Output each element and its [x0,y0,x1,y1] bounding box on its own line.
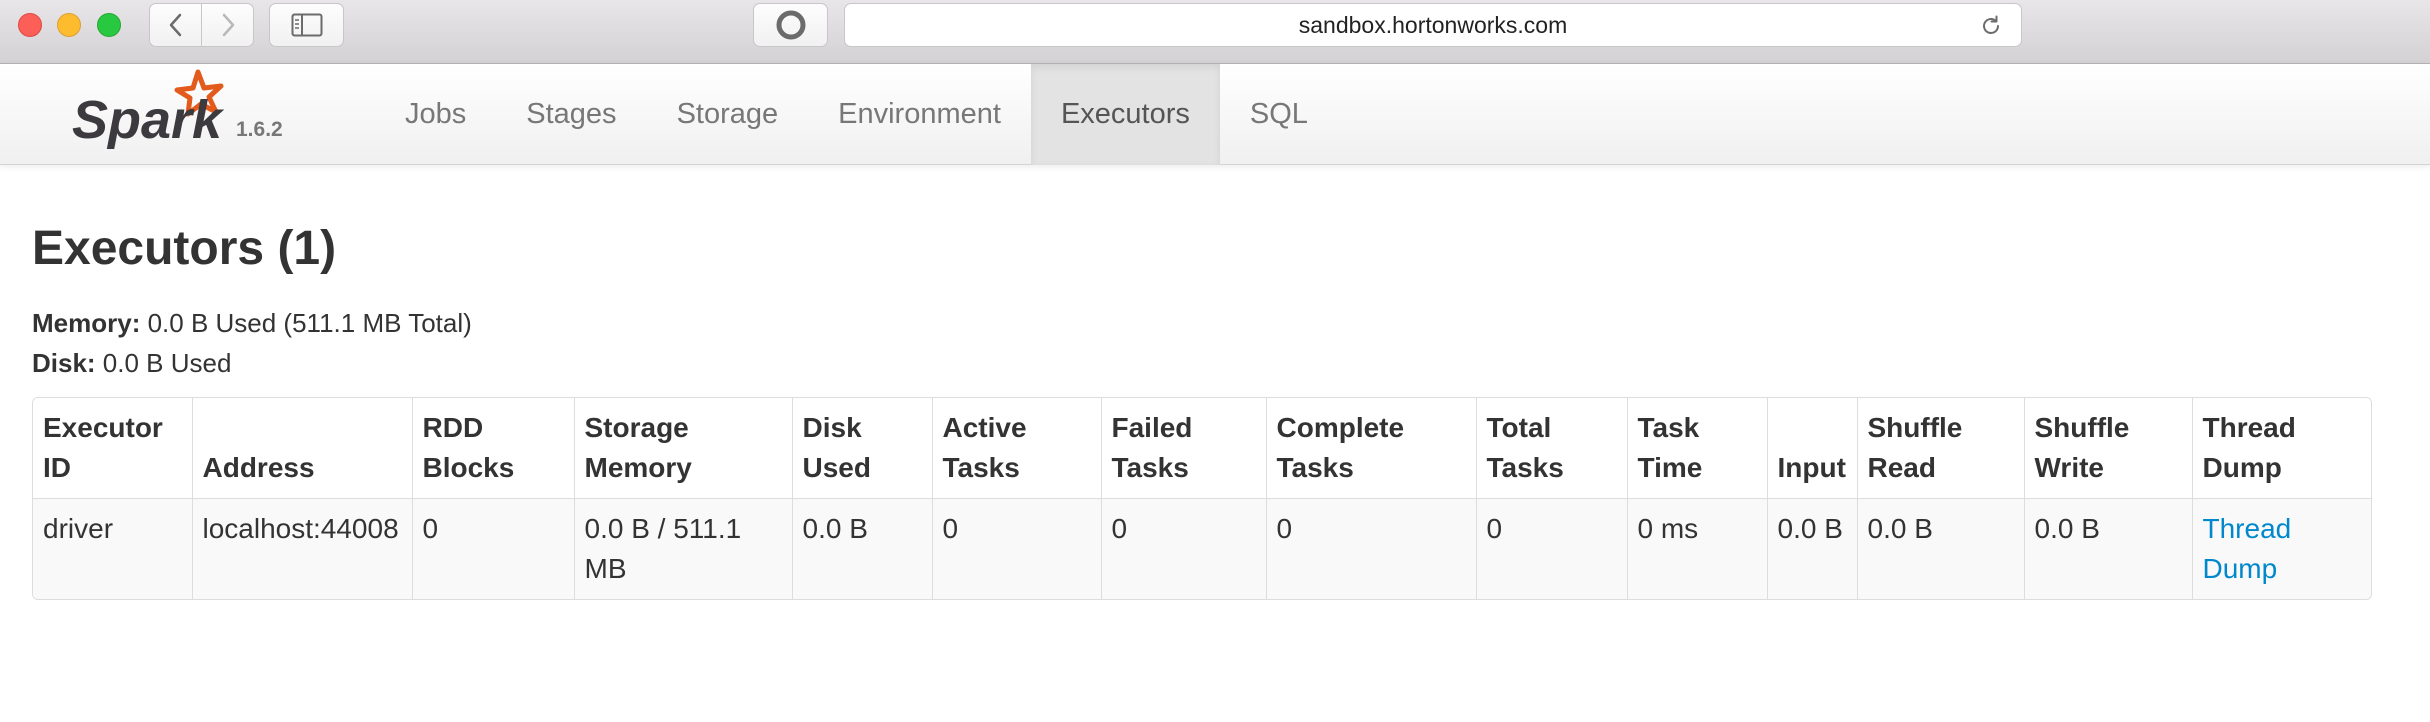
sidebar-toggle-button[interactable] [269,3,344,47]
browser-toolbar: sandbox.hortonworks.com [0,0,2430,64]
executor-summary: Memory: 0.0 B Used (511.1 MB Total) Disk… [32,303,2372,383]
chevron-left-icon [169,13,181,37]
back-button[interactable] [150,4,201,46]
cell-active-tasks: 0 [931,498,1101,599]
disk-summary: Disk: 0.0 B Used [32,343,2372,383]
memory-label: Memory: [32,308,141,338]
column-header[interactable]: Complete Tasks [1265,398,1476,499]
column-header[interactable]: Input [1766,398,1857,499]
cell-total-tasks: 0 [1475,498,1627,599]
cell-complete-tasks: 0 [1265,498,1476,599]
reader-icon [776,10,805,40]
column-header[interactable]: Failed Tasks [1100,398,1266,499]
reload-icon[interactable] [1979,14,2003,38]
tab-jobs[interactable]: Jobs [375,64,496,165]
zoom-window-button[interactable] [97,13,121,37]
cell-failed-tasks: 0 [1100,498,1266,599]
column-header[interactable]: Address [191,398,412,499]
disk-value: 0.0 B Used [95,348,232,378]
sidebar-icon [291,13,322,37]
column-header[interactable]: Active Tasks [931,398,1101,499]
spark-navbar: Spark 1.6.2 Jobs Stages Storage Environm… [0,64,2430,165]
nav-tabs: Jobs Stages Storage Environment Executor… [375,64,1338,165]
url-text: sandbox.hortonworks.com [1298,11,1568,38]
column-header[interactable]: Disk Used [791,398,932,499]
column-header[interactable]: Task Time [1626,398,1767,499]
column-header[interactable]: Shuffle Write [2023,398,2192,499]
tab-stages[interactable]: Stages [496,64,646,165]
cell-input: 0.0 B [1766,498,1857,599]
spark-logo: Spark [72,69,225,150]
column-header[interactable]: Total Tasks [1475,398,1627,499]
memory-summary: Memory: 0.0 B Used (511.1 MB Total) [32,303,2372,343]
spark-brand-link[interactable]: Spark 1.6.2 [70,64,300,165]
tab-environment[interactable]: Environment [808,64,1031,165]
column-header[interactable]: Storage Memory [573,398,792,499]
executors-table: Executor ID Address RDD Blocks Storage M… [33,398,2371,599]
cell-thread-dump: Thread Dump [2191,498,2371,599]
cell-shuffle-write: 0.0 B [2023,498,2192,599]
page-title: Executors (1) [32,222,337,275]
close-window-button[interactable] [18,13,42,37]
tab-sql[interactable]: SQL [1220,64,1338,165]
page-content: Executors (1) Memory: 0.0 B Used (511.1 … [32,165,2372,600]
cell-rdd-blocks: 0 [411,498,574,599]
table-header-row: Executor ID Address RDD Blocks Storage M… [33,398,2371,499]
executors-table-wrapper: Executor ID Address RDD Blocks Storage M… [32,397,2372,600]
history-nav [149,3,254,47]
spark-wordmark: Spark [72,90,225,150]
column-header[interactable]: Executor ID [33,398,192,499]
table-row: driver localhost:44008 0 0.0 B / 511.1 M… [33,498,2371,599]
spark-version: 1.6.2 [236,118,283,141]
cell-shuffle-read: 0.0 B [1856,498,2024,599]
cell-task-time: 0 ms [1626,498,1767,599]
cell-address: localhost:44008 [191,498,412,599]
column-header: Thread Dump [2191,398,2371,499]
cell-disk-used: 0.0 B [791,498,932,599]
minimize-window-button[interactable] [57,13,81,37]
forward-button[interactable] [201,4,253,46]
tab-storage[interactable]: Storage [647,64,809,165]
cell-executor-id: driver [33,498,192,599]
thread-dump-link[interactable]: Thread Dump [2203,513,2292,584]
cell-storage-memory: 0.0 B / 511.1 MB [573,498,792,599]
memory-value: 0.0 B Used (511.1 MB Total) [140,308,472,338]
disk-label: Disk: [32,348,96,378]
chevron-right-icon [222,13,234,37]
tab-executors[interactable]: Executors [1030,64,1220,165]
column-header[interactable]: RDD Blocks [411,398,574,499]
address-bar[interactable]: sandbox.hortonworks.com [844,3,2022,47]
column-header[interactable]: Shuffle Read [1856,398,2024,499]
reader-button[interactable] [753,3,828,47]
